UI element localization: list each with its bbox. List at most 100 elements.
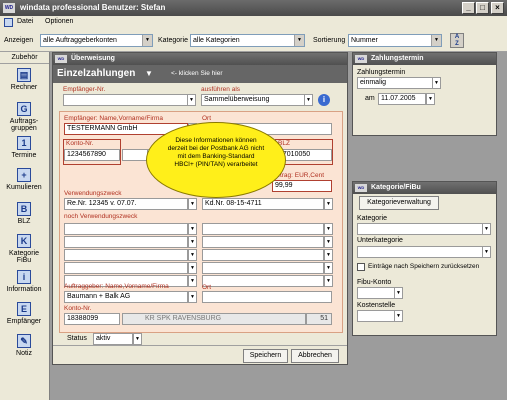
sidebar-item-information[interactable]: i Information [2, 270, 46, 293]
window-logo-icon: WD [355, 184, 367, 192]
chevron-down-icon[interactable]: ▼ [394, 310, 403, 322]
chevron-down-icon[interactable]: ▼ [432, 77, 441, 89]
chevron-down-icon[interactable]: ▼ [187, 94, 196, 106]
noch-vz-field[interactable] [202, 275, 324, 287]
chevron-down-icon[interactable]: ▼ [324, 223, 333, 235]
empfaenger-nr-label: Empfänger-Nr. [63, 86, 106, 93]
chevron-down-icon: ▼ [431, 35, 441, 46]
anzeigen-select[interactable]: alle Auftraggeberkonten ▼ [40, 34, 153, 47]
sidebar-item-notiz[interactable]: ✎ Notiz [2, 334, 46, 357]
konto-field[interactable]: 1234567890 [64, 149, 120, 161]
noch-vz-field[interactable] [64, 262, 188, 274]
betrag-field[interactable]: 99,99 [272, 180, 332, 192]
chevron-down-icon[interactable]: ▼ [324, 198, 333, 210]
date-field[interactable]: 11.07.2005 [378, 93, 426, 105]
chevron-down-icon[interactable]: ▼ [304, 94, 313, 106]
auftraggeber-label: Auftraggeber: Name,Vorname/Firma [64, 283, 169, 290]
ueberweisung-title: Überweisung [71, 55, 115, 62]
chevron-down-icon[interactable]: ▼ [426, 93, 435, 105]
sidebar-item-termine[interactable]: 1 Termine [2, 136, 46, 159]
kategorieverwaltung-button[interactable]: Kategorieverwaltung [359, 196, 439, 210]
minimize-button[interactable]: _ [462, 2, 475, 14]
blz-icon: B [17, 202, 31, 216]
cumulate-icon: + [17, 168, 31, 182]
status-label: Status [67, 335, 87, 342]
abbrechen-button[interactable]: Abbrechen [291, 349, 339, 363]
verwendungszweck-field-2[interactable]: Kd.Nr. 08-15-4711 [202, 198, 324, 210]
kategorie-fibu-select[interactable] [357, 223, 483, 235]
auftraggeber-field[interactable]: Baumann + Balk AG [64, 291, 188, 303]
noch-vz-field[interactable] [202, 262, 324, 274]
zahlungstermin-panel: WD Zahlungstermin Zahlungstermin einmali… [352, 52, 497, 136]
sidebar-item-auftragsgruppen[interactable]: G Auftrags-gruppen [2, 102, 46, 132]
info-icon[interactable]: i [318, 94, 330, 106]
chevron-down-icon[interactable]: ▼ [394, 287, 403, 299]
ag-count-field: 51 [306, 313, 332, 325]
chevron-down-icon[interactable]: ▼ [188, 236, 197, 248]
recipient-icon: E [17, 302, 31, 316]
chevron-down-icon[interactable]: ▼ [324, 236, 333, 248]
fibu-konto-label: Fibu-Konto [357, 279, 392, 286]
app-title: windata professional Benutzer: Stefan [20, 3, 166, 12]
speichern-button[interactable]: Speichern [243, 349, 288, 363]
am-label: am [365, 95, 375, 102]
konto-extra-field[interactable] [122, 149, 148, 161]
app-logo-icon: WD [3, 3, 15, 13]
noch-vz-field[interactable] [202, 223, 324, 235]
fibu-konto-select[interactable] [357, 287, 395, 299]
chevron-down-icon[interactable]: ▼ [145, 69, 153, 78]
sidebar-item-empfaenger[interactable]: E Empfänger [2, 302, 46, 325]
noch-vz-field[interactable] [202, 236, 324, 248]
noch-vz-field[interactable] [202, 249, 324, 261]
zahlungstermin-titlebar: WD Zahlungstermin [353, 53, 496, 65]
noch-vz-field[interactable] [64, 236, 188, 248]
chevron-down-icon[interactable]: ▼ [188, 262, 197, 274]
chevron-down-icon[interactable]: ▼ [188, 249, 197, 261]
zahlungstermin-select[interactable]: einmalig [357, 77, 433, 89]
chevron-down-icon[interactable]: ▼ [324, 275, 333, 287]
chevron-down-icon[interactable]: ▼ [188, 198, 197, 210]
einzelzahlungen-title: Einzelzahlungen [57, 68, 136, 79]
noch-verwendungszweck-label: noch Verwendungszweck [64, 213, 138, 220]
noch-vz-field[interactable] [64, 223, 188, 235]
empfaenger-nr-field[interactable] [63, 94, 188, 106]
sidebar-item-kategorie-fibu[interactable]: K Kategorie FiBu [2, 234, 46, 264]
kategorie-fibu-label: Kategorie [357, 215, 387, 222]
maximize-button[interactable]: □ [476, 2, 489, 14]
sort-az-icon[interactable]: AZ [450, 33, 464, 48]
einzelzahlungen-header[interactable]: Einzelzahlungen ▼ <- klicken Sie hier [53, 65, 347, 83]
ausfuehren-select[interactable]: Sammelüberweisung [201, 94, 305, 106]
menu-optionen[interactable]: Optionen [45, 18, 73, 25]
unterkategorie-select[interactable] [357, 246, 483, 258]
sidebar-item-rechner[interactable]: ▤ Rechner [2, 68, 46, 91]
ausfuehren-label: ausführen als [201, 86, 241, 93]
close-button[interactable]: × [491, 2, 504, 14]
chevron-down-icon[interactable]: ▼ [482, 223, 491, 235]
empfaenger-name-label: Empfänger: Name,Vorname/Firma [64, 115, 163, 122]
chevron-down-icon[interactable]: ▼ [188, 223, 197, 235]
sortierung-select[interactable]: Nummer ▼ [348, 34, 442, 47]
chevron-down-icon[interactable]: ▼ [482, 246, 491, 258]
ag-konto-field[interactable]: 18388099 [64, 313, 120, 325]
info-icon: i [17, 270, 31, 284]
chevron-down-icon[interactable]: ▼ [324, 262, 333, 274]
chevron-down-icon[interactable]: ▼ [188, 291, 197, 303]
auftraggeber-ort-field[interactable] [202, 291, 332, 303]
calendar-icon: 1 [17, 136, 31, 150]
noch-vz-field[interactable] [64, 249, 188, 261]
window-logo-icon: WD [55, 55, 67, 63]
kategorie-select[interactable]: alle Kategorien ▼ [190, 34, 305, 47]
ueberweisung-window: WD Überweisung Einzelzahlungen ▼ <- klic… [52, 52, 348, 365]
sidebar-item-blz[interactable]: B BLZ [2, 202, 46, 225]
ag-konto-label: Konto-Nr. [64, 305, 92, 312]
sidebar-item-kumulieren[interactable]: + Kumulieren [2, 168, 46, 191]
verwendungszweck-field-1[interactable]: Re.Nr. 12345 v. 07.07. [64, 198, 188, 210]
status-select[interactable]: aktiv [93, 333, 133, 345]
chevron-down-icon[interactable]: ▼ [324, 249, 333, 261]
menu-datei[interactable]: Datei [17, 18, 33, 25]
kostenstelle-select[interactable] [357, 310, 395, 322]
chevron-down-icon[interactable]: ▼ [133, 333, 142, 345]
kategorie-value: alle Kategorien [193, 37, 240, 44]
chevron-down-icon[interactable]: ▼ [188, 275, 197, 287]
reset-checkbox[interactable] [357, 263, 365, 271]
